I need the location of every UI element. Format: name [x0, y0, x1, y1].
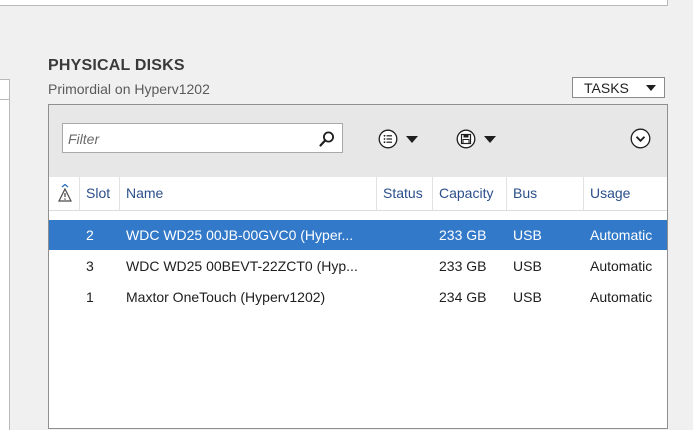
cell-bus: USB — [513, 289, 542, 305]
chevron-down-icon[interactable] — [630, 128, 651, 149]
save-query-caret-icon — [484, 135, 496, 143]
column-header-bus[interactable]: Bus — [507, 177, 584, 210]
tasks-caret-icon — [646, 85, 656, 91]
view-options-button[interactable] — [378, 127, 418, 151]
cell-capacity: 234 GB — [439, 289, 487, 305]
table-row[interactable]: 3 WDC WD25 00BEVT-22ZCT0 (Hyp... 233 GB … — [49, 251, 667, 281]
column-header-slot[interactable]: Slot — [80, 177, 120, 210]
tasks-button[interactable]: TASKS — [572, 77, 665, 98]
cell-slot: 1 — [86, 289, 94, 305]
warning-icon — [58, 184, 72, 202]
view-options-caret-icon — [406, 135, 418, 143]
cell-usage: Automatic — [590, 289, 653, 305]
list-icon — [378, 129, 398, 149]
cell-bus: USB — [513, 258, 542, 274]
column-header-capacity[interactable]: Capacity — [433, 177, 507, 210]
filter-box[interactable] — [62, 123, 343, 154]
table-header: Slot Name Status Capacity Bus Usage — [49, 177, 667, 211]
cell-usage: Automatic — [590, 258, 653, 274]
column-header-usage[interactable]: Usage — [584, 177, 667, 210]
cell-slot: 2 — [86, 227, 94, 243]
cell-name: Maxtor OneTouch (Hyperv1202) — [126, 289, 326, 305]
previous-section-panel — [0, 0, 668, 6]
filter-input[interactable] — [63, 124, 310, 154]
cell-name: WDC WD25 00JB-00GVC0 (Hyper... — [126, 227, 354, 243]
save-icon — [456, 129, 476, 149]
search-icon[interactable] — [318, 130, 336, 148]
save-query-button[interactable] — [456, 127, 496, 151]
cell-slot: 3 — [86, 258, 94, 274]
cell-bus: USB — [513, 227, 542, 243]
left-side-panel — [0, 79, 10, 430]
section-subtitle: Primordial on Hyperv1202 — [48, 81, 210, 97]
column-header-status[interactable]: Status — [377, 177, 433, 210]
cell-capacity: 233 GB — [439, 227, 487, 243]
cell-capacity: 233 GB — [439, 258, 487, 274]
column-header-name[interactable]: Name — [120, 177, 377, 210]
cell-name: WDC WD25 00BEVT-22ZCT0 (Hyp... — [126, 258, 358, 274]
physical-disks-panel: Slot Name Status Capacity Bus Usage 2 WD… — [48, 104, 668, 429]
tasks-button-label: TASKS — [584, 79, 629, 96]
column-header-warning[interactable] — [49, 177, 80, 210]
table-row[interactable]: 2 WDC WD25 00JB-00GVC0 (Hyper... 233 GB … — [49, 220, 667, 250]
toolbar — [49, 105, 667, 177]
table-row[interactable]: 1 Maxtor OneTouch (Hyperv1202) 234 GB US… — [49, 282, 667, 312]
section-title: PHYSICAL DISKS — [48, 57, 185, 74]
left-panel-divider — [0, 99, 9, 100]
cell-usage: Automatic — [590, 227, 653, 243]
